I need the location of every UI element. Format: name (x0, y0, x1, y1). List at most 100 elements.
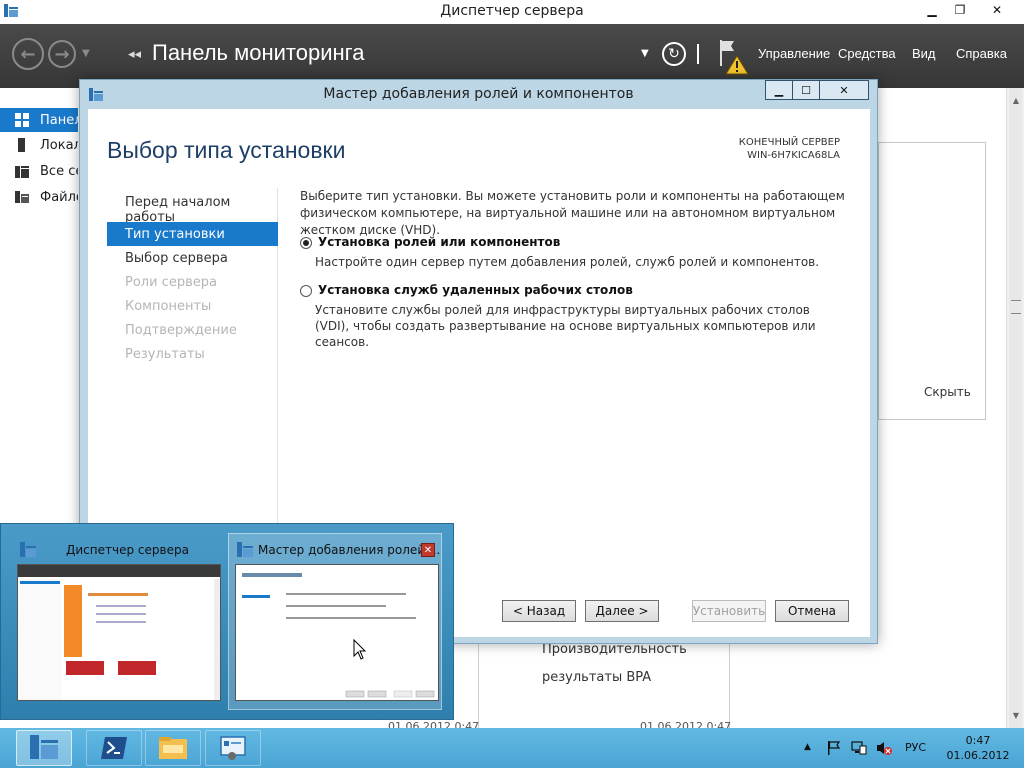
scrollbar-grip (1011, 300, 1021, 314)
restore-button[interactable]: ❐ (946, 0, 974, 19)
sidebar-item-local-server[interactable]: Локальный сервер (0, 133, 78, 157)
taskbar-powershell-button[interactable] (86, 730, 142, 766)
powershell-icon (101, 737, 127, 759)
taskbar: ▲ РУС 0:47 01.06.2012 (0, 728, 1024, 768)
thumbnail-wizard[interactable] (235, 564, 439, 701)
close-icon: ✕ (991, 2, 1003, 17)
sidebar-item-label: Локальный сервер (40, 137, 78, 153)
installation-type-intro: Выберите тип установки. Вы можете устано… (300, 189, 845, 237)
sidebar-item-dashboard[interactable]: Панель мониторинга (0, 108, 78, 132)
arrow-left-icon: ← (20, 43, 36, 65)
input-language-indicator[interactable]: РУС (905, 741, 926, 754)
sidebar-item-label: Файловые службы (40, 189, 78, 205)
thumbnail-close-button[interactable]: ✕ (421, 543, 435, 557)
sidebar-item-file-services[interactable]: Файловые службы (0, 185, 78, 209)
step-confirmation: Подтверждение (125, 322, 237, 338)
thumbnail-server-manager[interactable] (17, 564, 221, 701)
step-before-you-begin[interactable]: Перед началом работы (107, 195, 278, 225)
tile-bpa-results-link[interactable]: результаты BPA (542, 670, 651, 685)
notifications-flag-icon[interactable] (716, 38, 750, 76)
option-title[interactable]: Установка служб удаленных рабочих столов (318, 283, 633, 297)
menu-view[interactable]: Вид (912, 46, 936, 61)
action-center-flag-icon[interactable] (826, 740, 842, 756)
window-caption-buttons: ▁ ❐ ✕ (918, 0, 1020, 20)
minimize-icon: ▁ (774, 83, 784, 97)
option-title[interactable]: Установка ролей или компонентов (318, 235, 560, 249)
wizard-title: Мастер добавления ролей и компонентов (323, 86, 634, 102)
history-dropdown-icon[interactable]: ▼ (82, 48, 90, 59)
option-description: Настройте один сервер путем добавления р… (315, 255, 820, 269)
close-icon: ✕ (423, 544, 433, 556)
wizard-caption-buttons: ▁ ☐ ✕ (765, 80, 869, 100)
show-hidden-icons-button[interactable]: ▲ (804, 742, 811, 752)
scroll-up-icon[interactable]: ▲ (1007, 92, 1024, 109)
refresh-button[interactable]: ↻ (662, 42, 686, 66)
server-manager-thumb-icon (20, 542, 36, 557)
wizard-titlebar[interactable]: Мастер добавления ролей и компонентов ▁ … (80, 80, 877, 108)
minimize-icon: ▁ (927, 2, 937, 17)
wizard-thumbnail-preview (236, 565, 438, 700)
wizard-thumb-icon (237, 542, 253, 557)
file-services-icon (15, 191, 29, 203)
taskbar-thumbnail-flyout: Диспетчер сервера Мастер добавления роле… (0, 523, 454, 720)
destination-server-info: КОНЕЧНЫЙ СЕРВЕР WIN-6H7KICA68LA (739, 136, 840, 162)
back-button[interactable]: ← (12, 38, 44, 70)
taskbar-wizard-button[interactable] (205, 730, 261, 766)
maximize-icon: ☐ (801, 83, 811, 97)
step-installation-type[interactable]: Тип установки (107, 222, 278, 246)
step-results: Результаты (125, 346, 205, 362)
server-manager-taskbar-icon (30, 735, 58, 759)
sidebar-item-label: Все серверы (40, 163, 78, 179)
clock-time[interactable]: 0:47 (956, 734, 1000, 747)
scroll-down-icon[interactable]: ▼ (1007, 707, 1024, 724)
wizard-close-button[interactable]: ✕ (820, 81, 868, 99)
toolbar-separator (697, 44, 699, 64)
cancel-button[interactable]: Отмена (775, 600, 849, 622)
thumbnail-title-wizard[interactable]: Мастер добавления ролей ... (258, 543, 440, 557)
close-button[interactable]: ✕ (974, 0, 1020, 19)
next-button[interactable]: Далее > (585, 600, 659, 622)
vertical-scrollbar[interactable]: ▲ ▼ (1006, 88, 1024, 728)
toolbar-dropdown-icon[interactable]: ▼ (641, 48, 649, 59)
wizard-minimize-button[interactable]: ▁ (766, 81, 793, 99)
dashboard-welcome-panel (878, 142, 986, 420)
arrow-right-icon: → (54, 43, 70, 65)
hide-welcome-link[interactable]: Скрыть (924, 385, 971, 399)
servers-icon (15, 166, 29, 178)
file-explorer-icon (159, 737, 187, 759)
install-button: Установить (692, 600, 766, 622)
wizard-maximize-button[interactable]: ☐ (793, 81, 820, 99)
tile-performance-link[interactable]: Производительность (542, 642, 687, 657)
minimize-button[interactable]: ▁ (918, 0, 946, 19)
refresh-icon: ↻ (668, 46, 680, 62)
remote-desktop-radio[interactable] (300, 285, 312, 297)
destination-server-name: WIN-6H7KICA68LA (747, 150, 840, 161)
step-server-selection[interactable]: Выбор сервера (107, 246, 278, 270)
server-manager-titlebar[interactable]: Диспетчер сервера ▁ ❐ ✕ (0, 0, 1024, 24)
menu-tools[interactable]: Средства (838, 46, 896, 61)
server-manager-thumbnail-preview (18, 565, 220, 700)
role-based-radio[interactable] (300, 237, 312, 249)
menu-help[interactable]: Справка (956, 46, 1007, 61)
wizard-heading: Выбор типа установки (107, 137, 346, 163)
taskbar-explorer-button[interactable] (145, 730, 201, 766)
menu-manage[interactable]: Управление (758, 46, 830, 61)
thumbnail-title-server-manager[interactable]: Диспетчер сервера (66, 543, 189, 557)
forward-button[interactable]: → (48, 40, 76, 68)
close-icon: ✕ (839, 83, 849, 97)
restore-icon: ❐ (954, 2, 966, 17)
volume-muted-icon[interactable] (876, 740, 892, 756)
scrollbar-thumb[interactable] (1009, 88, 1022, 728)
server-icon (18, 138, 25, 152)
page-title: Панель мониторинга (152, 40, 365, 65)
taskbar-server-manager-button[interactable] (16, 730, 72, 766)
mouse-cursor-icon (353, 639, 367, 660)
back-button[interactable]: < Назад (502, 600, 576, 622)
clock-date[interactable]: 01.06.2012 (940, 749, 1016, 762)
sidebar-item-label: Панель мониторинга (40, 112, 78, 128)
step-features: Компоненты (125, 298, 212, 314)
sidebar-item-all-servers[interactable]: Все серверы (0, 159, 78, 183)
dashboard-icon (15, 113, 29, 127)
network-icon[interactable] (851, 740, 867, 756)
step-server-roles: Роли сервера (125, 274, 217, 290)
